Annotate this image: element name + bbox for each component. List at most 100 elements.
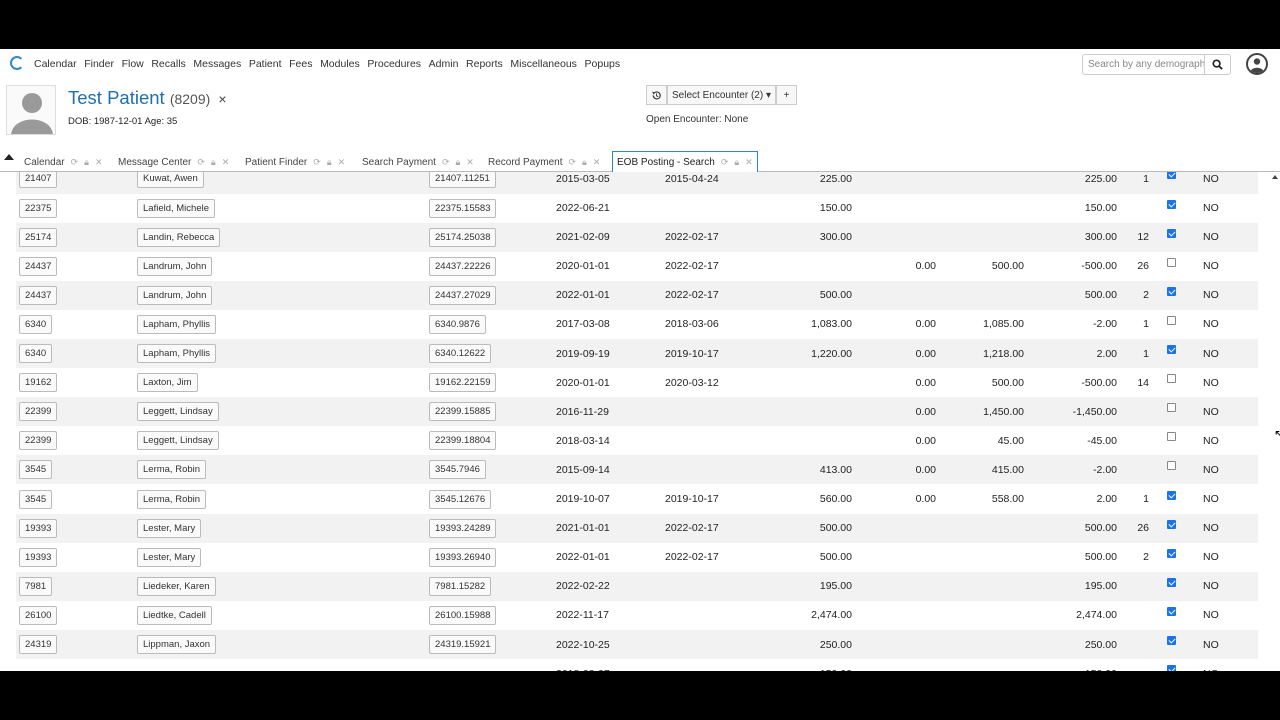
- patient-name-button[interactable]: Landrum, John: [137, 285, 213, 305]
- menu-item-calendar[interactable]: Calendar: [34, 58, 77, 70]
- close-icon[interactable]: ✕: [593, 157, 601, 168]
- encounter-button[interactable]: 6340.9876: [429, 314, 486, 334]
- patient-id-button[interactable]: 21407: [19, 172, 58, 189]
- encounter-button[interactable]: 26100.15988: [429, 605, 497, 625]
- menu-item-reports[interactable]: Reports: [466, 58, 503, 70]
- patient-name-button[interactable]: Leggett, Lindsay: [137, 431, 219, 451]
- row-select-checkbox[interactable]: [1167, 519, 1176, 529]
- patient-id-button[interactable]: 7981: [19, 576, 53, 596]
- refresh-icon[interactable]: ⟳: [71, 157, 79, 168]
- patient-id-button[interactable]: 24319: [19, 635, 58, 655]
- patient-name-button[interactable]: Landin, Rebecca: [137, 227, 221, 247]
- patient-name-button[interactable]: Lerma, Robin: [137, 460, 207, 480]
- row-select-checkbox[interactable]: [1167, 257, 1176, 267]
- patient-name-button[interactable]: Landrum, John: [137, 256, 213, 276]
- patient-id-button[interactable]: 19393: [19, 518, 58, 538]
- encounter-button[interactable]: 7981.15282: [429, 576, 492, 596]
- close-icon[interactable]: ✕: [95, 157, 103, 168]
- close-icon[interactable]: ✕: [222, 157, 230, 168]
- row-select-checkbox[interactable]: [1167, 490, 1176, 500]
- encounter-button[interactable]: 24437.22226: [429, 256, 497, 276]
- encounter-button[interactable]: 24437.27029: [429, 285, 497, 305]
- lock-icon[interactable]: 🔒︎: [327, 157, 332, 168]
- tab-search-payment[interactable]: Search Payment ⟳ 🔒︎ ✕: [362, 152, 474, 172]
- patient-name-button[interactable]: Lapham, Phyllis: [137, 344, 217, 364]
- patient-name-button[interactable]: Laxton, Jim: [137, 373, 198, 393]
- encounter-button[interactable]: 21407.11251: [429, 172, 496, 189]
- close-icon[interactable]: ✕: [745, 157, 753, 168]
- menu-item-admin[interactable]: Admin: [429, 58, 459, 70]
- patient-name-button[interactable]: Kuwat, Awen: [137, 172, 204, 189]
- tab-calendar[interactable]: Calendar ⟳ 🔒︎ ✕: [24, 152, 102, 172]
- patient-id-button[interactable]: 19162: [19, 373, 58, 393]
- encounter-button[interactable]: 24319.15921: [429, 635, 497, 655]
- encounter-button[interactable]: 22375.15583: [429, 198, 497, 218]
- refresh-icon[interactable]: ⟳: [721, 157, 729, 168]
- lock-icon[interactable]: 🔒︎: [211, 157, 216, 168]
- row-select-checkbox[interactable]: [1167, 548, 1176, 558]
- menu-item-popups[interactable]: Popups: [585, 58, 621, 70]
- scroll-up-arrow-icon[interactable]: [1272, 175, 1278, 179]
- menu-item-miscellaneous[interactable]: Miscellaneous: [510, 58, 577, 70]
- encounter-history-button[interactable]: [646, 85, 667, 105]
- row-select-checkbox[interactable]: [1167, 577, 1176, 587]
- row-select-checkbox[interactable]: [1167, 432, 1176, 442]
- patient-id-button[interactable]: 22399: [19, 431, 58, 451]
- encounter-button[interactable]: 3545.12676: [429, 489, 492, 509]
- tab-message-center[interactable]: Message Center ⟳ 🔒︎ ✕: [118, 152, 229, 172]
- patient-name[interactable]: Test Patient: [68, 87, 165, 108]
- encounter-button[interactable]: 19162.22159: [429, 373, 497, 393]
- patient-name-button[interactable]: Lippman, Jaxon: [137, 635, 217, 655]
- lock-icon[interactable]: 🔒︎: [84, 157, 89, 168]
- row-select-checkbox[interactable]: [1167, 199, 1176, 209]
- row-select-checkbox[interactable]: [1167, 345, 1176, 354]
- encounter-button[interactable]: 19393.24289: [429, 518, 497, 538]
- patient-name-button[interactable]: Lafield, Michele: [137, 198, 216, 218]
- lock-icon[interactable]: 🔒︎: [734, 157, 739, 168]
- patient-id-button[interactable]: 24437: [19, 285, 58, 305]
- refresh-icon[interactable]: ⟳: [313, 157, 321, 168]
- tab-record-payment[interactable]: Record Payment ⟳ 🔒︎ ✕: [488, 152, 600, 172]
- user-account-icon[interactable]: [1246, 53, 1268, 75]
- row-select-checkbox[interactable]: [1167, 606, 1176, 616]
- encounter-button[interactable]: 22399.18804: [429, 431, 497, 451]
- patient-id-button[interactable]: 6340: [19, 314, 53, 334]
- menu-item-fees[interactable]: Fees: [289, 58, 312, 70]
- close-patient-icon[interactable]: ×: [218, 91, 226, 107]
- menu-item-flow[interactable]: Flow: [122, 58, 144, 70]
- search-button[interactable]: [1204, 54, 1231, 75]
- refresh-icon[interactable]: ⟳: [197, 157, 205, 168]
- close-icon[interactable]: ✕: [338, 157, 346, 168]
- patient-id-button[interactable]: 24437: [19, 256, 58, 276]
- patient-name-button[interactable]: Leggett, Lindsay: [137, 402, 219, 422]
- close-icon[interactable]: ✕: [466, 157, 474, 168]
- tab-patient-finder[interactable]: Patient Finder ⟳ 🔒︎ ✕: [245, 152, 345, 172]
- row-select-checkbox[interactable]: [1167, 403, 1176, 413]
- patient-id-button[interactable]: 3545: [19, 489, 53, 509]
- row-select-checkbox[interactable]: [1167, 665, 1176, 671]
- row-select-checkbox[interactable]: [1167, 315, 1176, 325]
- collapse-caret-icon[interactable]: [4, 154, 14, 160]
- menu-item-patient[interactable]: Patient: [249, 58, 282, 70]
- menu-item-messages[interactable]: Messages: [193, 58, 241, 70]
- tab-eob-posting-search[interactable]: EOB Posting - Search ⟳ 🔒︎ ✕: [612, 151, 758, 173]
- patient-id-button[interactable]: 22375: [19, 198, 58, 218]
- lock-icon[interactable]: 🔒︎: [582, 157, 587, 168]
- encounter-button[interactable]: 19393.26940: [429, 547, 497, 567]
- row-select-checkbox[interactable]: [1167, 374, 1176, 384]
- menu-item-recalls[interactable]: Recalls: [151, 58, 185, 70]
- row-select-checkbox[interactable]: [1167, 636, 1176, 645]
- patient-id-button[interactable]: 25174: [19, 227, 58, 247]
- vertical-scrollbar[interactable]: [1271, 172, 1280, 671]
- menu-item-procedures[interactable]: Procedures: [367, 58, 421, 70]
- patient-search-input[interactable]: Search by any demograph: [1082, 54, 1205, 75]
- app-logo-icon[interactable]: [10, 56, 24, 70]
- patient-id-button[interactable]: 22399: [19, 402, 58, 422]
- refresh-icon[interactable]: ⟳: [568, 157, 576, 168]
- menu-item-modules[interactable]: Modules: [320, 58, 360, 70]
- patient-name-button[interactable]: Liedeker, Karen: [137, 576, 216, 596]
- patient-name-button[interactable]: Lerma, Robin: [137, 489, 207, 509]
- patient-name-button[interactable]: Lapham, Phyllis: [137, 314, 217, 334]
- menu-item-finder[interactable]: Finder: [84, 58, 114, 70]
- encounter-button[interactable]: 3545.7946: [429, 460, 486, 480]
